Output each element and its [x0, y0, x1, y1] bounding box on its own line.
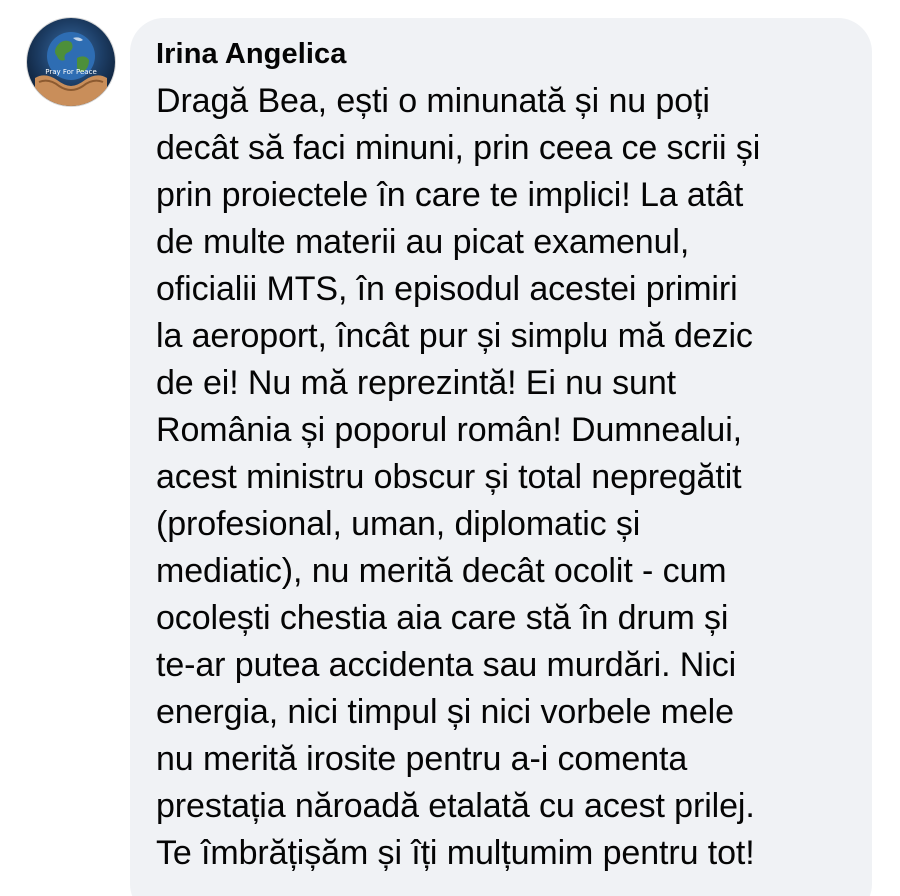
comment-bubble: Irina Angelica Dragă Bea, ești o minunat…	[130, 18, 872, 896]
comment: Pray For Peace Irina Angelica Dragă Bea,…	[0, 0, 900, 896]
comment-line: acest ministru obscur și total nepregăti…	[156, 458, 742, 496]
comment-line: te-ar putea accidenta sau murdări. Nici	[156, 646, 737, 684]
comment-line: decât să faci minuni, prin ceea ce scrii…	[156, 129, 761, 167]
comment-line: Te îmbrățișăm și îți mulțumim pentru tot…	[156, 834, 755, 872]
comment-line: Dragă Bea, ești o minunată și nu poți	[156, 82, 710, 120]
avatar[interactable]: Pray For Peace	[27, 18, 115, 106]
comment-line: de ei! Nu mă reprezintă! Ei nu sunt	[156, 364, 676, 402]
comment-line: (profesional, uman, diplomatic și	[156, 505, 641, 543]
comment-line: nu merită irosite pentru a-i comenta	[156, 740, 688, 778]
comment-text: Dragă Bea, ești o minunată și nu poți de…	[156, 78, 871, 877]
comment-line: la aeroport, încât pur și simplu mă dezi…	[156, 317, 753, 355]
earth-in-hands-icon: Pray For Peace	[35, 32, 107, 106]
author-name[interactable]: Irina Angelica	[156, 38, 347, 71]
comment-line: oficialii MTS, în episodul acestei primi…	[156, 270, 738, 308]
comment-line: energia, nici timpul și nici vorbele mel…	[156, 693, 734, 731]
comment-line: România și poporul român! Dumnealui,	[156, 411, 743, 449]
comment-line: prin proiectele în care te implici! La a…	[156, 176, 744, 214]
avatar-caption: Pray For Peace	[45, 68, 97, 76]
comment-line: de multe materii au picat examenul,	[156, 223, 690, 261]
comment-line: mediatic), nu merită decât ocolit - cum	[156, 552, 727, 590]
comment-line: prestația năroadă etalată cu acest prile…	[156, 787, 755, 825]
comment-line: ocolești chestia aia care stă în drum și	[156, 599, 729, 637]
